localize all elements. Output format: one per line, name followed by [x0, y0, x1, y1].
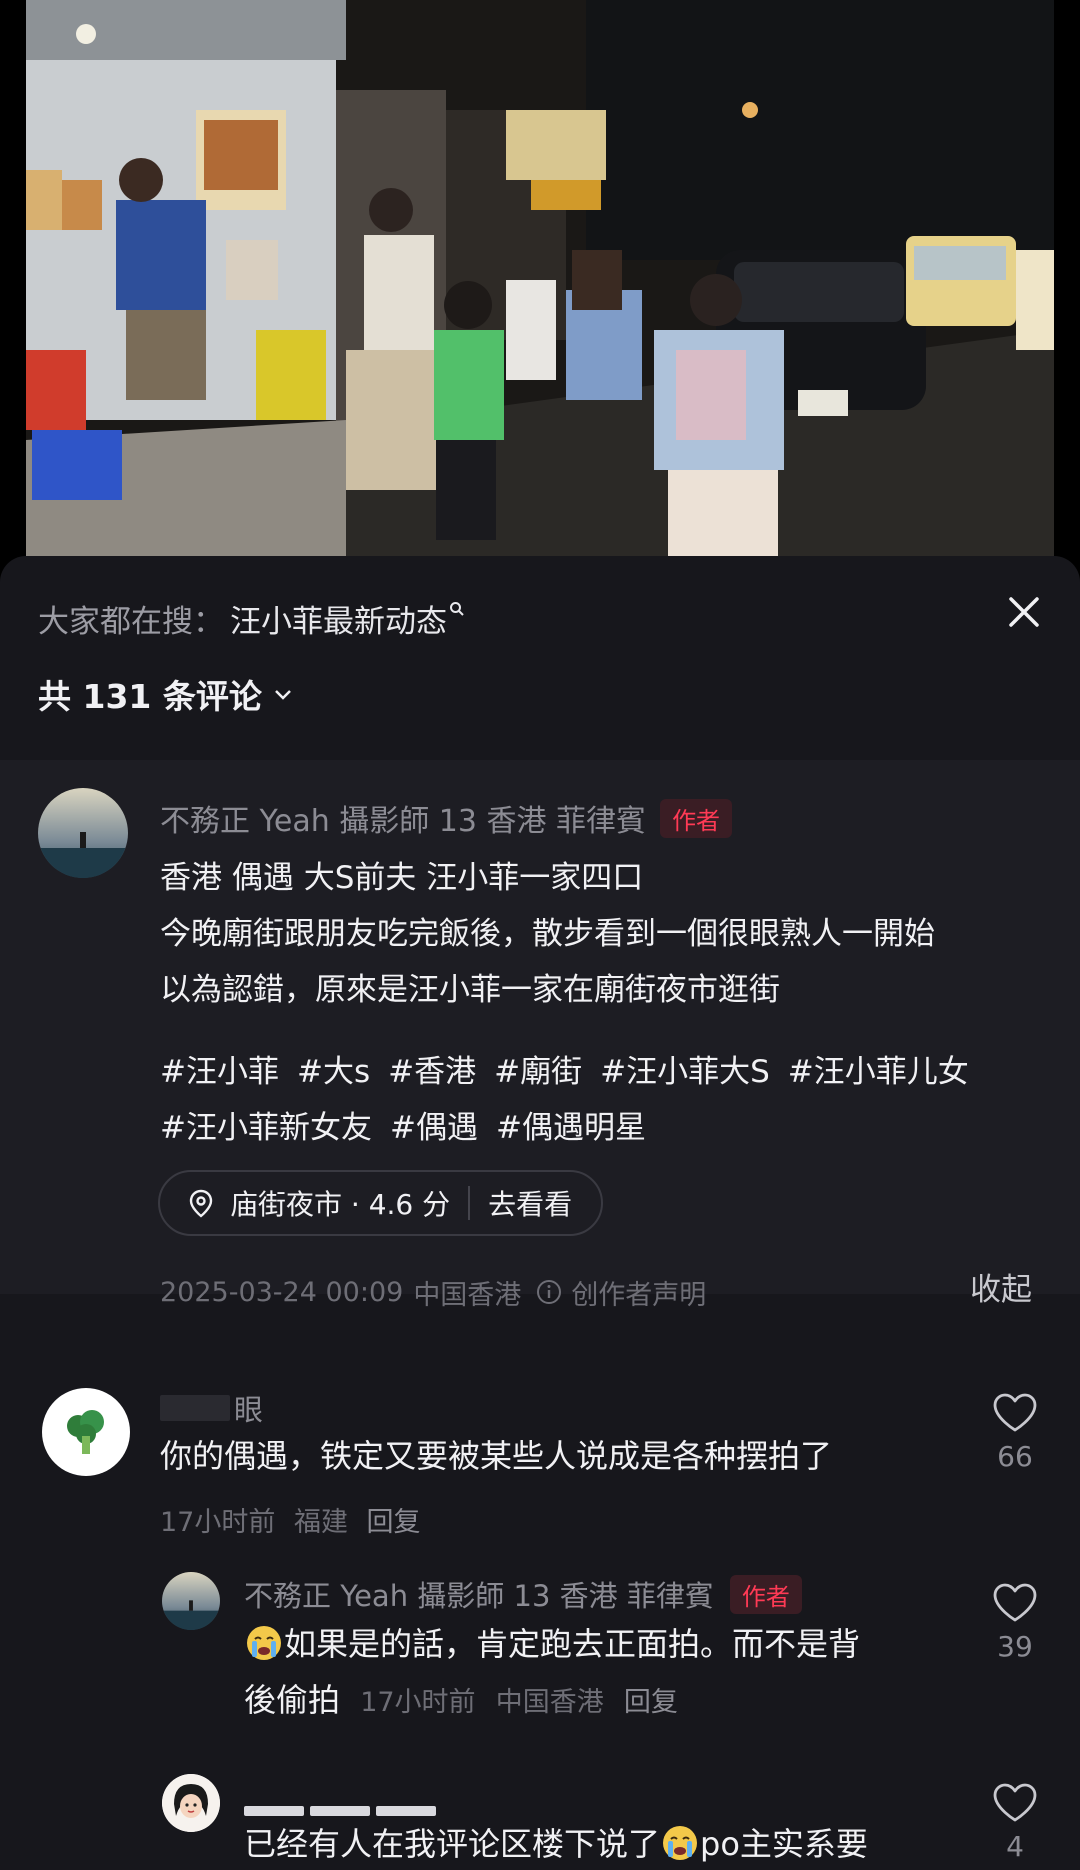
like-button[interactable]: 39 — [990, 1582, 1040, 1663]
collapse-button[interactable]: 收起 — [970, 1264, 1032, 1309]
heart-icon — [993, 1783, 1037, 1822]
comment-line: po主实系要 — [700, 1825, 868, 1863]
post-date: 2025-03-24 00:09 — [160, 1276, 404, 1308]
creator-statement-link[interactable]: 创作者声明 — [571, 1273, 706, 1312]
comment-region: 中国香港 — [495, 1687, 604, 1718]
street-scene-image — [26, 0, 1054, 556]
comment-line: 如果是的話，肯定跑去正面拍。而不是背 — [284, 1625, 861, 1663]
location-pin-icon — [189, 1189, 213, 1218]
location-go-button[interactable]: 去看看 — [488, 1183, 572, 1223]
post-author-row: 不務正 Yeah 攝影師 13 香港 菲律賓 作者 — [160, 796, 733, 840]
location-name: 庙街夜市 · 4.6 分 — [230, 1188, 451, 1221]
author-avatar[interactable] — [38, 788, 128, 878]
comment-region: 福建 — [293, 1507, 348, 1538]
hashtag-link[interactable]: #偶遇明星 — [496, 1110, 646, 1146]
like-count: 66 — [997, 1440, 1033, 1473]
comment-meta: 17小时前 福建 回复 — [160, 1500, 421, 1539]
hashtag-link[interactable]: #汪小菲 — [160, 1054, 279, 1090]
author-badge: 作者 — [729, 1574, 802, 1614]
cartoon-girl-avatar-icon — [162, 1774, 220, 1832]
post-hashtags: #汪小菲 #大s #香港 #廟街 #汪小菲大S #汪小菲儿女 #汪小菲新女友 #偶遇 #偶遇明… — [160, 1044, 1050, 1156]
comment-time: 17小时前 — [360, 1687, 476, 1718]
reply-button[interactable]: 回复 — [624, 1687, 678, 1718]
hashtag-link[interactable]: #大s — [297, 1054, 370, 1090]
location-pill[interactable]: 庙街夜市 · 4.6 分 去看看 — [158, 1170, 603, 1236]
like-button[interactable]: 4 — [990, 1782, 1040, 1863]
comment-text: 你的偶遇，铁定又要被某些人说成是各种摆拍了 — [160, 1428, 832, 1484]
comment-time: 17小时前 — [160, 1507, 276, 1538]
like-count: 4 — [1006, 1830, 1024, 1863]
heart-icon — [993, 1583, 1037, 1622]
comment-count-label: 共 131 条评论 — [38, 677, 262, 716]
crying-emoji-icon — [660, 1823, 700, 1863]
broccoli-icon — [67, 1410, 104, 1454]
trending-search-bar[interactable]: 大家都在搜： 汪小菲最新动态 — [38, 596, 465, 640]
comment-line: 後偷拍 — [244, 1681, 341, 1719]
comment-line: 你的偶遇，铁定又要被某些人说成是各种摆拍了 — [160, 1437, 833, 1475]
blurred-name-mask — [244, 1806, 304, 1816]
author-avatar[interactable] — [162, 1572, 220, 1630]
commenter-name-text: 眼 — [234, 1393, 264, 1427]
author-badge: 作者 — [660, 798, 733, 838]
close-icon[interactable] — [1002, 590, 1046, 634]
comment-text: 已经有人在我评论区楼下说了 po主实系要 — [244, 1816, 868, 1870]
chevron-down-icon — [274, 690, 291, 700]
reply-author-row[interactable]: 不務正 Yeah 攝影師 13 香港 菲律賓 作者 — [244, 1574, 802, 1614]
post-line: 香港 偶遇 大S前夫 汪小菲一家四口 — [160, 860, 644, 896]
blurred-name-mask — [310, 1806, 370, 1816]
post-line: 今晚廟街跟朋友吃完飯後，散步看到一個很眼熟人一開始 — [160, 916, 935, 952]
pill-divider — [468, 1186, 471, 1220]
hashtag-link[interactable]: #廟街 — [494, 1054, 582, 1090]
commenter-name[interactable]: 眼 — [160, 1388, 263, 1428]
blurred-name-mask — [376, 1806, 436, 1816]
like-button[interactable]: 66 — [990, 1392, 1040, 1473]
hashtag-link[interactable]: #汪小菲大S — [600, 1054, 770, 1090]
reply-button[interactable]: 回复 — [367, 1507, 421, 1538]
trending-search-query[interactable]: 汪小菲最新动态 — [230, 596, 447, 641]
hashtag-link[interactable]: #汪小菲新女友 — [160, 1110, 372, 1146]
search-icon[interactable] — [449, 598, 465, 622]
info-icon[interactable] — [535, 1278, 563, 1306]
post-photo[interactable] — [26, 0, 1054, 556]
comment-count-toggle[interactable]: 共 131 条评论 — [38, 670, 294, 718]
hashtag-link[interactable]: #香港 — [388, 1054, 476, 1090]
hashtag-link[interactable]: #汪小菲儿女 — [788, 1054, 969, 1090]
commenter-avatar[interactable] — [162, 1774, 220, 1832]
post-line: 以為認錯，原來是汪小菲一家在廟街夜市逛街 — [160, 972, 780, 1008]
hashtag-link[interactable]: #偶遇 — [390, 1110, 478, 1146]
post-body: 香港 偶遇 大S前夫 汪小菲一家四口 今晚廟街跟朋友吃完飯後，散步看到一個很眼熟… — [160, 850, 1050, 1018]
post-region: 中国香港 — [413, 1279, 522, 1311]
like-count: 39 — [997, 1630, 1033, 1663]
comment-sheet: 大家都在搜： 汪小菲最新动态 共 131 条评论 不務正 Yeah 攝影師 13… — [0, 556, 1080, 1870]
comment-line: 已经有人在我评论区楼下说了 — [244, 1825, 661, 1863]
crying-emoji-icon — [244, 1623, 284, 1663]
commenter-avatar[interactable] — [42, 1388, 130, 1476]
post-author-name[interactable]: 不務正 Yeah 攝影師 13 香港 菲律賓 — [160, 796, 646, 840]
author-post: 不務正 Yeah 攝影師 13 香港 菲律賓 作者 香港 偶遇 大S前夫 汪小菲… — [0, 760, 1080, 1311]
comment-text: 如果是的話，肯定跑去正面拍。而不是背 後偷拍 17小时前 中国香港 回复 — [244, 1616, 860, 1731]
blurred-name-mask — [160, 1395, 230, 1421]
trending-search-prefix: 大家都在搜： — [38, 603, 224, 640]
heart-icon — [993, 1393, 1037, 1432]
post-meta: 2025-03-24 00:09 中国香港 创作者声明 — [160, 1270, 706, 1314]
reply-author-name: 不務正 Yeah 攝影師 13 香港 菲律賓 — [244, 1579, 714, 1613]
